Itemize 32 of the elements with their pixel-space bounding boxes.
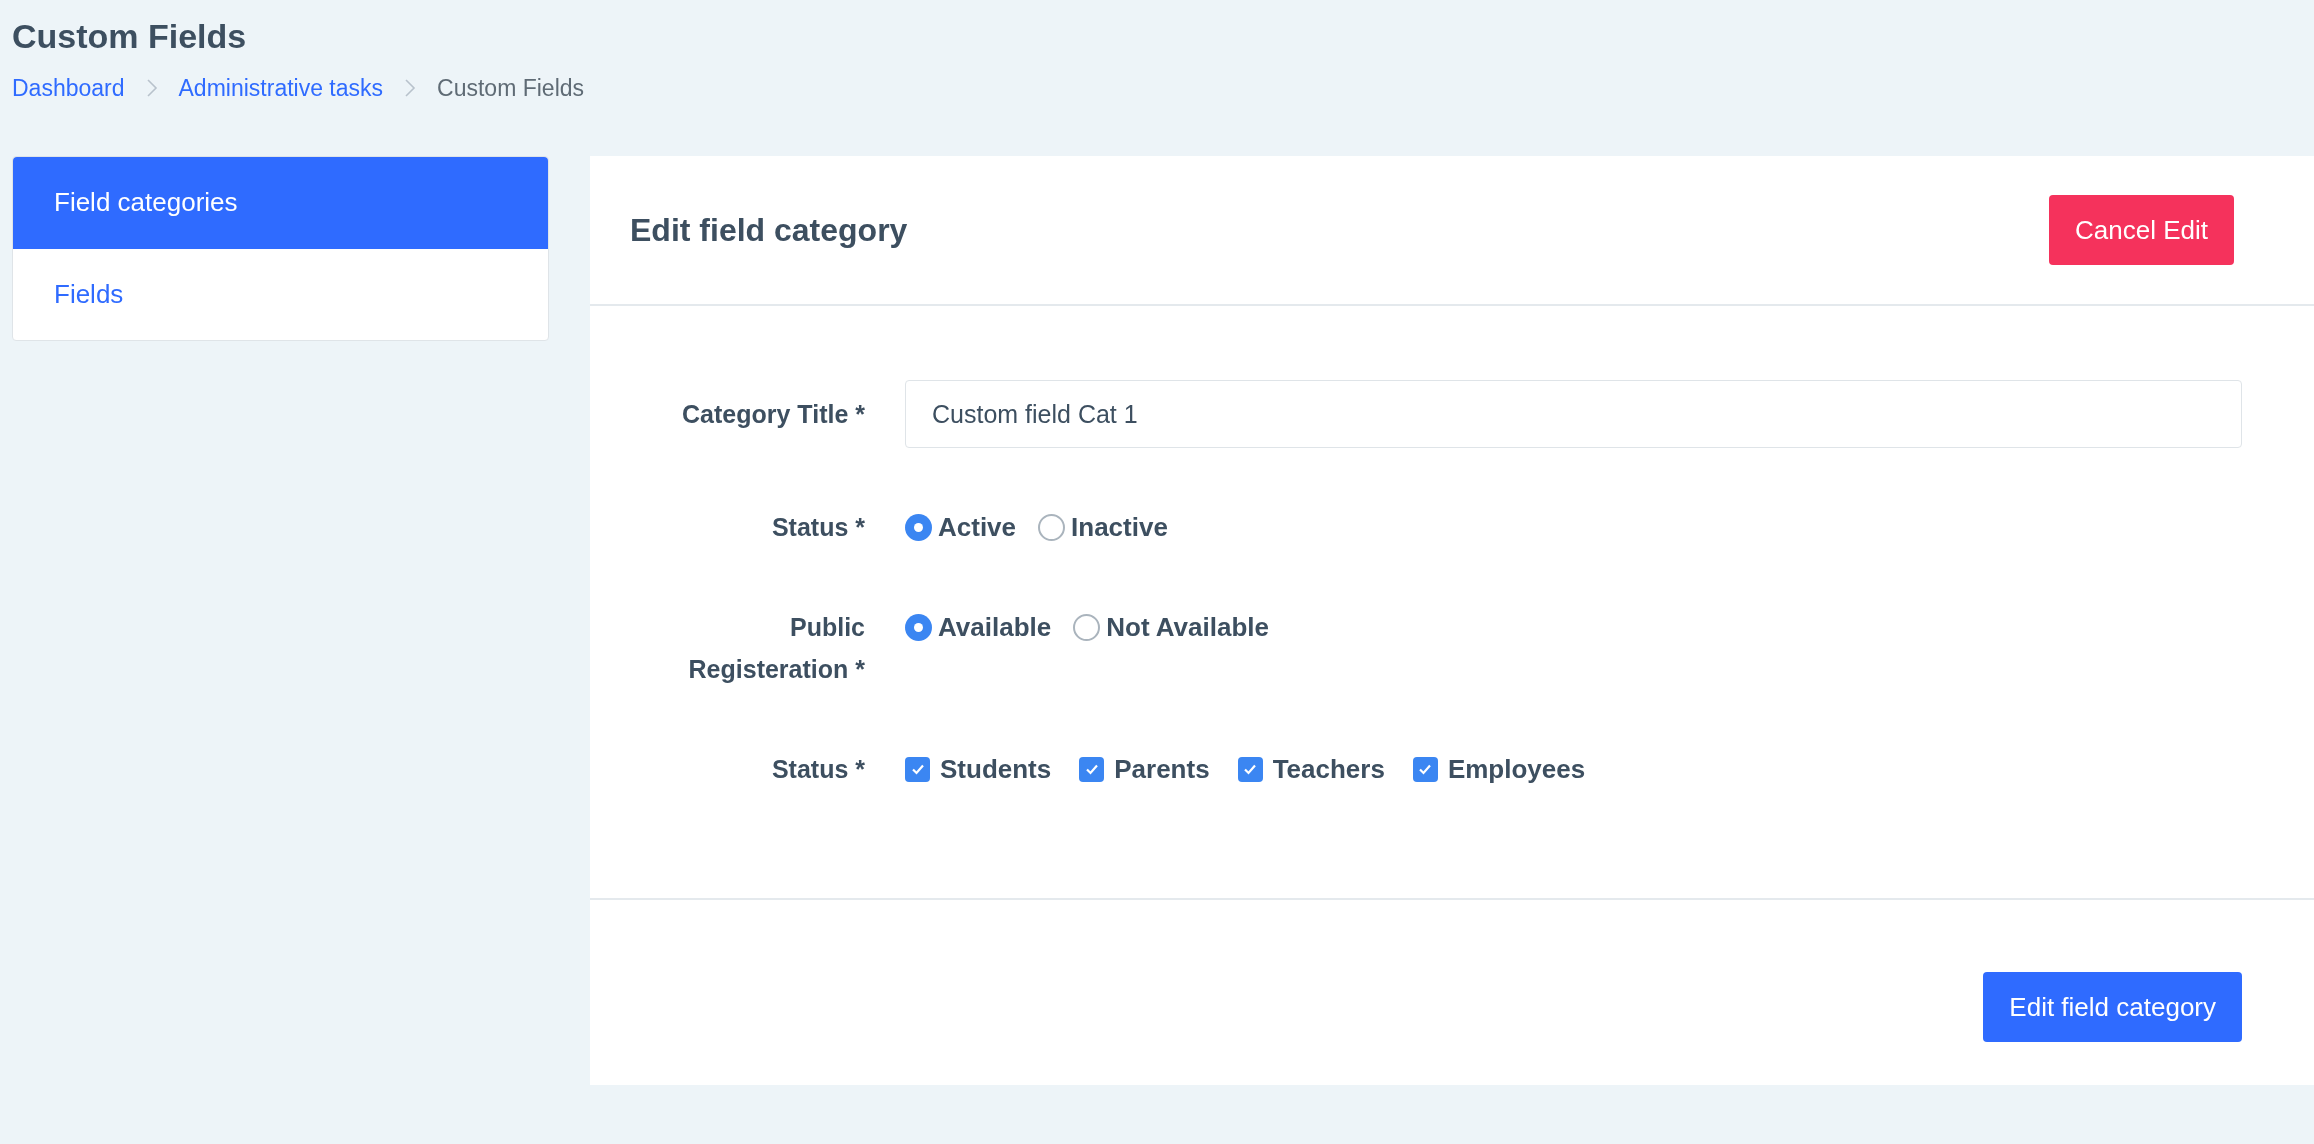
checkbox-label: Students [940,752,1052,786]
breadcrumb-link[interactable]: Administrative tasks [178,70,384,106]
radio-label: Active [938,510,1017,544]
radio-button[interactable] [905,513,932,541]
field-label: Status * [770,512,865,543]
checkbox[interactable] [1079,756,1105,782]
text-input[interactable]: Custom field Cat 1 [905,380,2242,448]
radio-label: Available [938,610,1052,644]
chevron-icon [403,77,418,99]
radio-button[interactable] [1038,513,1066,541]
radio-button[interactable] [1073,613,1101,641]
radio-button[interactable] [905,613,932,641]
page-title: Custom Fields [12,16,248,57]
checkbox[interactable] [1237,756,1263,782]
breadcrumb-link[interactable]: Dashboard [12,70,125,106]
radio-label: Not Available [1106,610,1269,644]
field-label: Public Registeration * [687,612,865,685]
checkbox[interactable] [1412,756,1438,782]
chevron-icon [144,77,159,99]
sidebar-item[interactable]: Fields [13,248,548,340]
checkbox-label: Parents [1114,752,1210,786]
panel-title: Edit field category [630,211,908,250]
cancel-edit-button[interactable]: Cancel Edit [2049,195,2234,265]
field-label: Category Title * [681,399,865,430]
field-label: Status * [770,754,865,785]
radio-label: Inactive [1071,510,1168,544]
sidebar-item[interactable]: Field categories [13,157,548,249]
checkbox-label: Employees [1447,752,1586,786]
edit-field-category-button[interactable]: Edit field category [1983,972,2242,1042]
checkbox[interactable] [905,756,930,782]
breadcrumb-current: Custom Fields [437,73,585,103]
checkbox-label: Teachers [1272,752,1385,786]
